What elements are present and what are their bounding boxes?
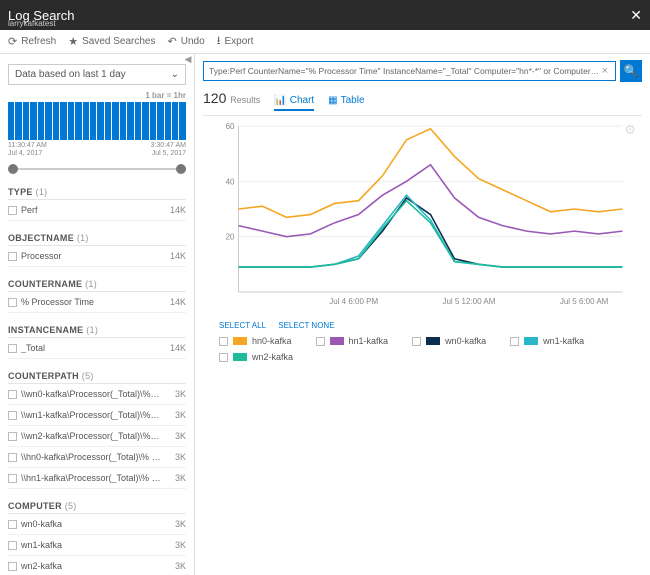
window-header: Log Search larrykafkatest ✕ — [0, 0, 650, 30]
checkbox[interactable] — [8, 453, 17, 462]
checkbox[interactable] — [219, 353, 228, 362]
time-range-labels: 11:30:47 AMJul 4, 2017 3:30:47 AMJul 5, … — [8, 142, 186, 157]
checkbox[interactable] — [8, 432, 17, 441]
bar-scale-label: 1 bar = 1hr — [8, 91, 186, 100]
undo-button[interactable]: ↶Undo — [168, 35, 205, 48]
facet-title: TYPE (1) — [8, 187, 186, 200]
checkbox[interactable] — [8, 206, 17, 215]
facet-instancename: INSTANCENAME (1)_Total14K — [8, 325, 186, 359]
facet-title: COUNTERPATH (5) — [8, 371, 186, 384]
legend: hn0-kafka hn1-kafka wn0-kafka wn1-kafka wn2-… — [203, 336, 642, 362]
legend-item[interactable]: wn1-kafka — [510, 336, 584, 346]
download-icon: ⭳ — [217, 32, 221, 51]
sidebar: ◀ Data based on last 1 day ⌄ 1 bar = 1hr… — [0, 54, 195, 575]
facet-counterpath: COUNTERPATH (5)\\wn0-kafka\Processor(_To… — [8, 371, 186, 489]
legend-item[interactable]: hn0-kafka — [219, 336, 292, 346]
facet-item[interactable]: \\wn0-kafka\Processor(_Total)\% Processo… — [8, 384, 186, 405]
checkbox[interactable] — [8, 344, 17, 353]
select-none-link[interactable]: SELECT NONE — [278, 321, 334, 330]
checkbox[interactable] — [510, 337, 519, 346]
facet-item[interactable]: wn0-kafka3K — [8, 514, 186, 535]
clear-query-icon[interactable]: × — [600, 65, 610, 77]
toolbar: ⟳Refresh ★Saved Searches ↶Undo ⭳Export — [0, 30, 650, 54]
query-input[interactable]: Type:Perf CounterName="% Processor Time"… — [203, 61, 616, 81]
chart-icon: 📊 — [274, 95, 286, 106]
checkbox[interactable] — [8, 252, 17, 261]
tab-chart[interactable]: 📊Chart — [274, 95, 314, 111]
table-icon: ▦ — [328, 95, 337, 106]
refresh-button[interactable]: ⟳Refresh — [8, 35, 56, 48]
facet-type: TYPE (1)Perf14K — [8, 187, 186, 221]
time-histogram[interactable] — [8, 102, 186, 140]
legend-item[interactable]: wn0-kafka — [412, 336, 486, 346]
legend-item[interactable]: hn1-kafka — [316, 336, 389, 346]
facet-item[interactable]: Perf14K — [8, 200, 186, 221]
facet-item[interactable]: wn1-kafka3K — [8, 535, 186, 556]
slider-handle-end[interactable] — [176, 164, 186, 174]
checkbox[interactable] — [8, 474, 17, 483]
result-count: 120 Results — [203, 90, 260, 106]
line-chart[interactable]: 20 40 60 Jul 4 6:00 PM Jul 5 12:00 AM Jul 5 6… — [203, 116, 642, 316]
svg-text:Jul 5 6:00 AM: Jul 5 6:00 AM — [560, 297, 609, 306]
refresh-icon: ⟳ — [8, 35, 17, 48]
facet-item[interactable]: _Total14K — [8, 338, 186, 359]
checkbox[interactable] — [8, 520, 17, 529]
facet-item[interactable]: Processor14K — [8, 246, 186, 267]
slider-handle-start[interactable] — [8, 164, 18, 174]
svg-text:20: 20 — [226, 233, 235, 242]
svg-text:Jul 4 6:00 PM: Jul 4 6:00 PM — [329, 297, 378, 306]
facet-title: COUNTERNAME (1) — [8, 279, 186, 292]
checkbox[interactable] — [8, 298, 17, 307]
facet-item[interactable]: \\hn1-kafka\Processor(_Total)\% Processo… — [8, 468, 186, 489]
svg-text:40: 40 — [226, 177, 235, 186]
facet-countername: COUNTERNAME (1)% Processor Time14K — [8, 279, 186, 313]
facet-title: OBJECTNAME (1) — [8, 233, 186, 246]
tab-table[interactable]: ▦Table — [328, 95, 364, 109]
facet-item[interactable]: wn2-kafka3K — [8, 556, 186, 575]
checkbox[interactable] — [8, 541, 17, 550]
star-icon: ★ — [68, 35, 78, 48]
workspace-name: larrykafkatest — [8, 19, 56, 28]
chart-area: ⚙ 20 40 60 Jul 4 6:00 PM Jul 5 12:00 AM Jul 5… — [203, 115, 642, 567]
facet-computer: COMPUTER (5)wn0-kafka3Kwn1-kafka3Kwn2-ka… — [8, 501, 186, 575]
checkbox[interactable] — [8, 562, 17, 571]
checkbox[interactable] — [412, 337, 421, 346]
export-button[interactable]: ⭳Export — [217, 32, 254, 51]
facet-item[interactable]: % Processor Time14K — [8, 292, 186, 313]
checkbox[interactable] — [316, 337, 325, 346]
facet-title: INSTANCENAME (1) — [8, 325, 186, 338]
collapse-sidebar-icon[interactable]: ◀ — [182, 54, 194, 68]
search-icon: 🔍 — [624, 64, 639, 78]
chevron-down-icon: ⌄ — [171, 69, 179, 80]
facet-title: COMPUTER (5) — [8, 501, 186, 514]
svg-text:Jul 5 12:00 AM: Jul 5 12:00 AM — [442, 297, 495, 306]
facet-item[interactable]: \\wn2-kafka\Processor(_Total)\% Processo… — [8, 426, 186, 447]
svg-text:60: 60 — [226, 122, 235, 131]
close-icon[interactable]: ✕ — [630, 7, 642, 24]
checkbox[interactable] — [219, 337, 228, 346]
undo-icon: ↶ — [168, 35, 177, 48]
time-slider[interactable] — [8, 163, 186, 175]
checkbox[interactable] — [8, 390, 17, 399]
facet-item[interactable]: \\hn0-kafka\Processor(_Total)\% Processo… — [8, 447, 186, 468]
saved-searches-button[interactable]: ★Saved Searches — [68, 35, 155, 48]
search-button[interactable]: 🔍 — [620, 60, 642, 82]
legend-item[interactable]: wn2-kafka — [219, 352, 293, 362]
time-range-dropdown[interactable]: Data based on last 1 day ⌄ — [8, 64, 186, 85]
legend-actions: SELECT ALL SELECT NONE — [203, 321, 642, 330]
checkbox[interactable] — [8, 411, 17, 420]
main-panel: Type:Perf CounterName="% Processor Time"… — [195, 54, 650, 575]
select-all-link[interactable]: SELECT ALL — [219, 321, 266, 330]
facet-objectname: OBJECTNAME (1)Processor14K — [8, 233, 186, 267]
facet-item[interactable]: \\wn1-kafka\Processor(_Total)\% Processo… — [8, 405, 186, 426]
gear-icon[interactable]: ⚙ — [624, 122, 636, 138]
